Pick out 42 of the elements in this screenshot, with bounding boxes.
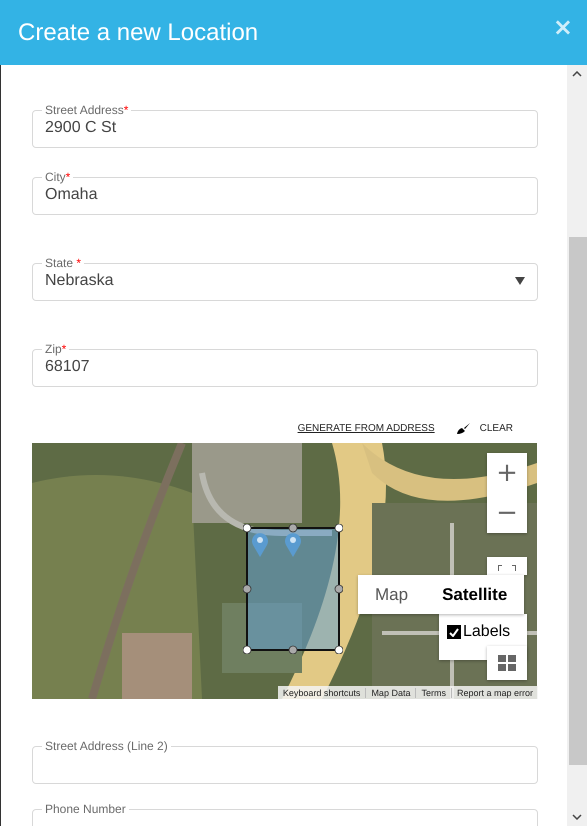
text-field[interactable]: Zip* 68107 xyxy=(32,342,538,387)
chevron-up-icon[interactable] xyxy=(572,71,582,77)
zoom-out-button[interactable]: − xyxy=(487,493,527,533)
text-field[interactable]: Phone Number xyxy=(32,802,538,826)
map-type-tab[interactable]: Satellite xyxy=(425,575,524,614)
labels-checkbox[interactable]: Labels xyxy=(447,623,510,641)
attribution-link[interactable]: Report a map error xyxy=(450,688,538,698)
select-input[interactable]: Nebraska xyxy=(45,270,515,292)
select-field[interactable]: State * Nebraska xyxy=(32,256,538,301)
field-label: Street Address* xyxy=(44,103,130,117)
attribution-link[interactable]: Terms xyxy=(415,688,451,698)
map-type-tab[interactable]: Map xyxy=(358,575,426,614)
grid-icon xyxy=(498,655,516,671)
selection-rectangle[interactable] xyxy=(243,524,343,654)
brush-icon xyxy=(456,423,470,434)
map-pin-icon xyxy=(251,531,269,557)
attribution-link[interactable]: Map Data xyxy=(365,688,416,698)
scrollbar[interactable] xyxy=(567,65,587,826)
text-field[interactable]: Street Address* 2900 C St xyxy=(32,103,538,148)
layers-button[interactable] xyxy=(487,646,527,680)
field-label: Street Address (Line 2) xyxy=(44,739,169,753)
generate-link[interactable]: GENERATE FROM ADDRESS xyxy=(298,423,435,434)
text-input[interactable]: 68107 xyxy=(45,356,525,378)
attribution-link[interactable]: Keyboard shortcuts xyxy=(278,688,366,698)
text-field[interactable]: Street Address (Line 2) xyxy=(32,739,538,784)
dialog-title: Create a new Location xyxy=(18,18,258,46)
fullscreen-button[interactable] xyxy=(487,557,527,575)
text-input[interactable]: 2900 C St xyxy=(45,117,525,139)
map-pin-icon xyxy=(284,531,302,557)
text-field[interactable]: City* Omaha xyxy=(32,170,538,215)
chevron-down-icon[interactable] xyxy=(572,814,582,820)
caret-icon xyxy=(515,277,525,285)
zoom-in-button[interactable]: + xyxy=(487,453,527,493)
map[interactable]: + − Labels Map Satellite Keyboard shortcuts Map Data Terms Report a map error xyxy=(32,443,538,699)
fullscreen-icon xyxy=(498,565,516,573)
field-label: Zip* xyxy=(44,342,68,356)
field-label: City* xyxy=(44,170,72,184)
clear-button[interactable]: CLEAR xyxy=(456,423,513,434)
field-label: Phone Number xyxy=(44,802,127,816)
text-input[interactable]: Omaha xyxy=(45,184,525,206)
field-label: State * xyxy=(44,256,82,270)
checkmark-icon xyxy=(449,628,459,636)
